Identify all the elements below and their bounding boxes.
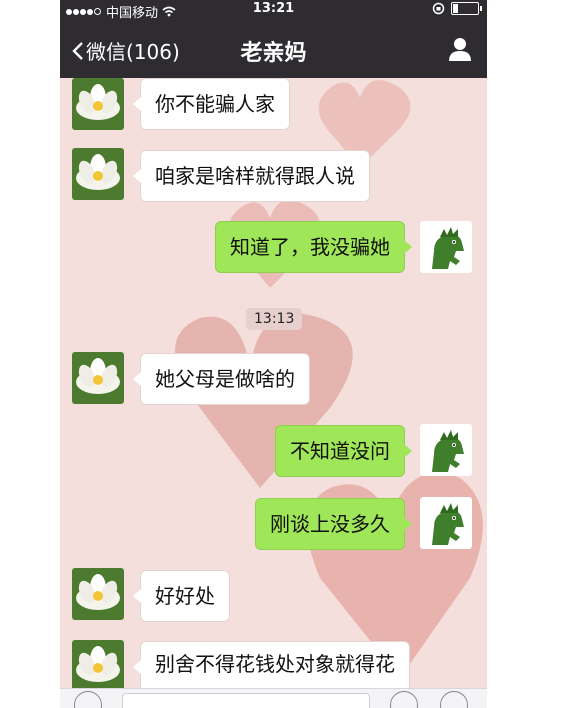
chat-header: 微信(106) 老亲妈 [60,20,487,78]
contact-avatar[interactable] [72,148,124,200]
received-message: 你不能骗人家 [133,78,290,130]
dinosaur-avatar [420,497,472,549]
message-list[interactable]: 你不能骗人家 咱家是啥样就得跟人说 知道了，我没骗她 13:13 她父母是做啥的… [60,78,487,708]
phone-screen: 中国移动 13:21 微信(106) 老亲妈 你不能骗人家 咱家是啥样就得跟人说… [60,0,487,708]
clock: 13:21 [252,1,295,16]
lotus-avatar [72,78,124,130]
sent-message: 不知道没问 [275,425,412,477]
lotus-avatar [72,568,124,620]
my-avatar[interactable] [420,497,472,549]
contact-avatar[interactable] [72,640,124,692]
dinosaur-avatar [420,424,472,476]
message-timestamp: 13:13 [246,308,303,330]
status-bar: 中国移动 13:21 [60,0,487,21]
emoji-button[interactable] [390,691,418,708]
more-button[interactable] [440,691,468,708]
sent-message: 知道了，我没骗她 [215,221,412,273]
lotus-avatar [72,640,124,692]
chat-info-button[interactable] [447,36,473,66]
lotus-avatar [72,352,124,404]
dinosaur-avatar [420,221,472,273]
my-avatar[interactable] [420,221,472,273]
received-message: 好好处 [133,570,230,622]
input-bar [60,688,487,708]
person-icon [449,38,471,61]
my-avatar[interactable] [420,424,472,476]
chat-title: 老亲妈 [240,41,307,66]
sent-message: 刚谈上没多久 [255,498,412,550]
message-input[interactable] [122,693,370,708]
voice-button[interactable] [74,691,102,708]
lotus-avatar [72,148,124,200]
contact-avatar[interactable] [72,78,124,130]
contact-avatar[interactable] [72,352,124,404]
rotation-lock-icon [432,2,445,15]
battery-icon [451,2,482,15]
contact-avatar[interactable] [72,568,124,620]
received-message: 咱家是啥样就得跟人说 [133,150,370,202]
received-message: 她父母是做啥的 [133,353,310,405]
